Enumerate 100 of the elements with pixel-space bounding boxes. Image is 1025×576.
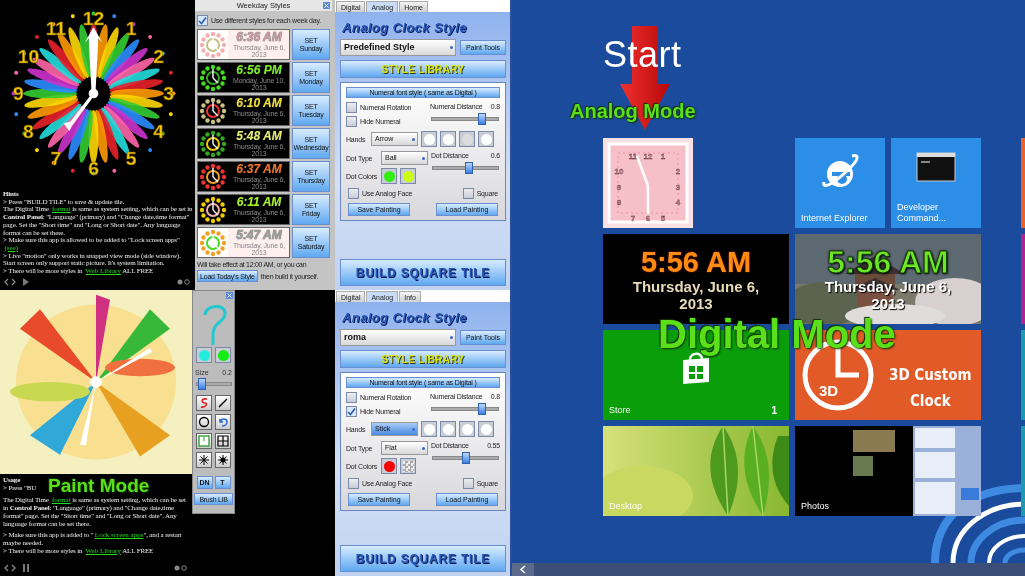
page-dots-icon: [174, 565, 188, 571]
build-tile-button[interactable]: BUILD SQUARE TILE: [340, 545, 506, 572]
clock-icon: [198, 162, 228, 191]
checkbox[interactable]: [348, 478, 359, 489]
clock-numeral: 8: [23, 120, 34, 142]
clock-numeral: 1: [660, 152, 666, 161]
clock-numeral: 4: [153, 120, 164, 142]
clock-numeral: 3: [675, 183, 681, 192]
tile-label: Store: [609, 405, 632, 416]
circle-tool-button[interactable]: [196, 414, 212, 430]
panel-title: Analog Clock Style: [341, 19, 468, 35]
time-text: 6:10 AM: [236, 97, 282, 110]
close-icon[interactable]: [226, 292, 233, 299]
time-text: 5:47 AM: [236, 229, 282, 242]
clock-numeral: 3: [163, 83, 175, 105]
star-tool-button[interactable]: [196, 452, 212, 468]
burst-tool-button[interactable]: [215, 452, 231, 468]
sunburst-icon: [217, 454, 229, 466]
tile-title: 3D Custom: [889, 366, 972, 384]
brush-tool-button[interactable]: [196, 395, 212, 411]
clock-icon: [198, 63, 228, 92]
slider-thumb[interactable]: [477, 113, 486, 125]
tile-label: Internet Explorer: [801, 213, 869, 224]
checkbox[interactable]: [348, 188, 359, 199]
clock-numeral: 11: [45, 18, 67, 40]
clock-icon: [198, 96, 228, 125]
terminal-icon: [916, 152, 956, 182]
star-icon: [198, 454, 210, 466]
frame-icon: [198, 435, 210, 447]
grid-tool-button[interactable]: [215, 433, 231, 449]
clock-numeral: 9: [12, 83, 24, 105]
checkbox[interactable]: [346, 406, 357, 417]
clock-numeral: 12: [82, 8, 105, 30]
clock-numeral: 8: [616, 198, 622, 207]
page-dots-icon: [177, 279, 191, 285]
slider-thumb[interactable]: [477, 403, 486, 415]
slider-thumb[interactable]: [464, 162, 473, 174]
clock-icon: [198, 228, 228, 257]
clock-numeral: 10: [614, 167, 624, 176]
circle-icon: [198, 416, 210, 428]
checkbox[interactable]: [346, 102, 357, 113]
transparent-icon: [402, 460, 414, 472]
clock-icon: [198, 30, 228, 59]
pager-arrows-icon[interactable]: [3, 278, 17, 286]
clock-numeral: 2: [675, 167, 681, 176]
checkbox[interactable]: [346, 392, 357, 403]
brush-icon: [198, 397, 210, 409]
play-icon[interactable]: [22, 278, 30, 286]
clock-center-icon: [88, 88, 99, 99]
clock-tile[interactable]: 11 12 1 10 2 9 3 8 4 7 6 5: [603, 138, 693, 228]
build-tile-button[interactable]: BUILD SQUARE TILE: [340, 259, 506, 286]
time-text: 6:37 AM: [236, 163, 282, 176]
pager-arrows-icon[interactable]: [3, 564, 17, 572]
scroll-left-button[interactable]: [512, 563, 534, 576]
clock-numeral: 7: [50, 148, 62, 170]
icon-label: 3D: [819, 382, 839, 399]
close-icon[interactable]: [323, 2, 330, 9]
frame-tool-button[interactable]: [196, 433, 212, 449]
slider-thumb[interactable]: [197, 378, 206, 390]
undo-icon: [217, 416, 229, 428]
time-text: 6:56 PM: [236, 64, 282, 77]
panel-title: Analog Clock Style: [341, 309, 468, 325]
checkbox[interactable]: [197, 14, 208, 26]
grid-icon: [217, 435, 229, 447]
checkbox[interactable]: [462, 188, 474, 199]
scroll-bar[interactable]: [512, 563, 1025, 576]
tile-label: Photos: [801, 501, 831, 512]
tile-count: 1: [771, 405, 777, 416]
pause-icon[interactable]: [22, 564, 30, 572]
checkbox[interactable]: [346, 116, 357, 127]
clock-numeral: 7: [630, 214, 636, 223]
line-tool-button[interactable]: [215, 395, 231, 411]
clock-numeral: 6: [645, 214, 651, 223]
clock-numeral: 1: [125, 18, 137, 40]
style-dropdown[interactable]: Predefined Style: [340, 39, 456, 56]
clock-numeral: 11: [628, 152, 638, 161]
checkbox[interactable]: [462, 478, 474, 489]
clock-numeral: 2: [153, 45, 164, 67]
time-text: 5:56 AM: [827, 246, 949, 278]
tile-label: Desktop: [609, 501, 644, 512]
clock-numeral: 9: [616, 183, 622, 192]
date-text: Thursday, June 6, 2013: [631, 277, 761, 312]
slider-thumb[interactable]: [461, 452, 470, 464]
time-text: 6:36 AM: [236, 31, 282, 44]
time-text: 5:48 AM: [236, 130, 282, 143]
clock-icon: [198, 195, 228, 224]
clock-icon: [198, 129, 228, 158]
tile-title: Clock: [909, 392, 951, 410]
undo-button[interactable]: [215, 414, 231, 430]
color-swatch[interactable]: [400, 458, 416, 474]
time-text: 6:11 AM: [236, 196, 282, 209]
clock-numeral: 6: [88, 158, 99, 180]
style-dropdown[interactable]: roma: [340, 329, 456, 346]
clock-numeral: 12: [643, 152, 653, 161]
clock-numeral: 5: [660, 214, 666, 223]
clock-numeral: 4: [675, 198, 681, 207]
clock-numeral: 5: [125, 148, 137, 170]
mode-caption: Paint Mode: [48, 476, 150, 495]
line-icon: [217, 397, 229, 409]
clock-numeral: 10: [17, 45, 40, 67]
